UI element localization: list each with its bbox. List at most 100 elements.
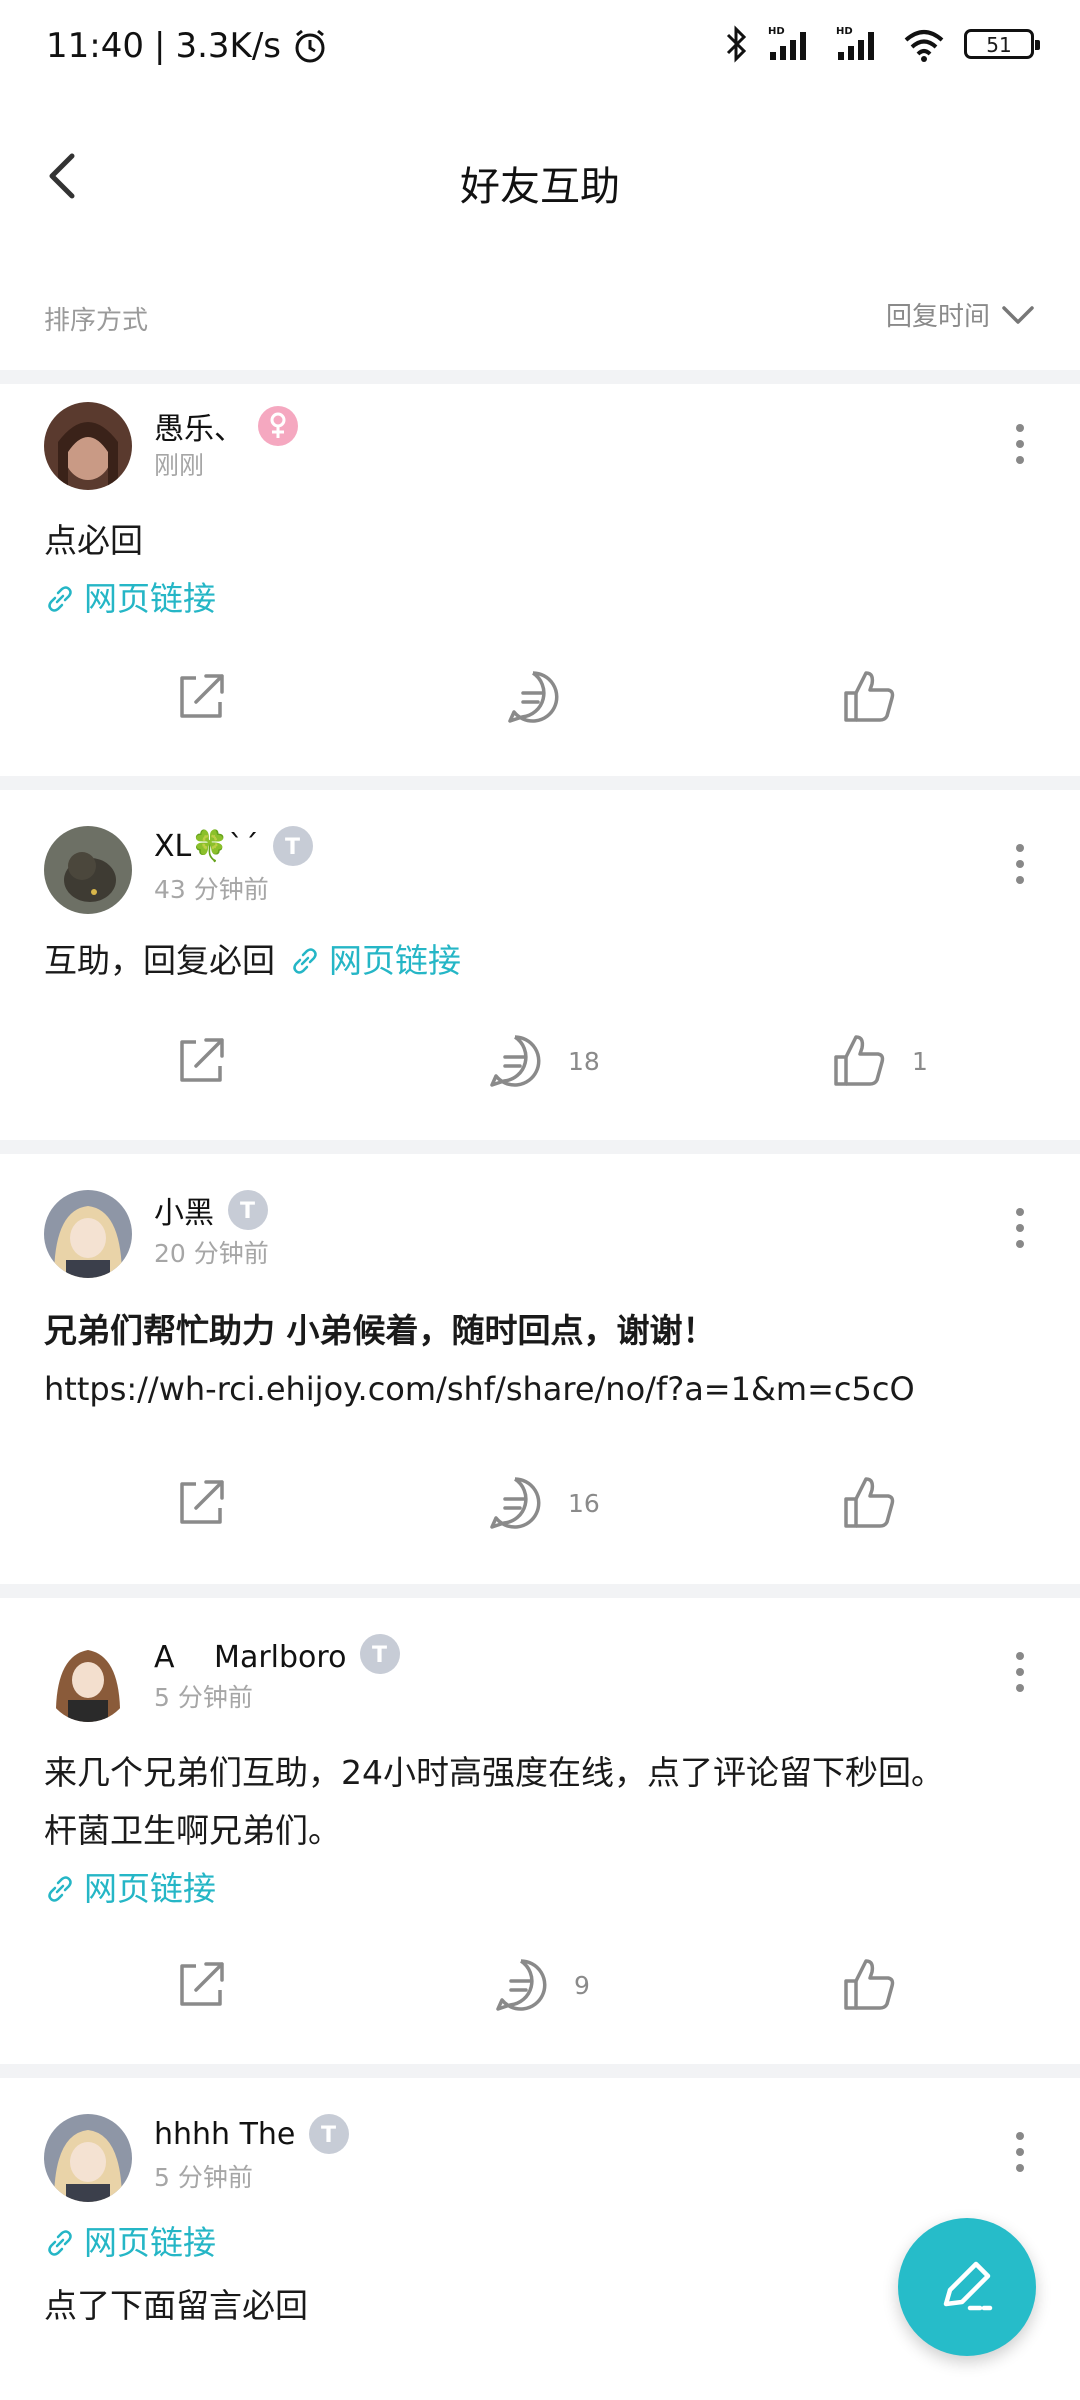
comment-button[interactable]: 16 bbox=[484, 1472, 600, 1534]
signal-hd-icon-2: HD bbox=[836, 26, 874, 60]
level-badge-icon: T bbox=[272, 826, 313, 866]
username-row: A Marlboro T bbox=[154, 1632, 402, 1676]
avatar[interactable] bbox=[44, 826, 132, 914]
post-text-line: 杆菌卫生啊兄弟们。 bbox=[44, 1811, 341, 1850]
web-link[interactable]: 网页链接 bbox=[44, 2214, 216, 2272]
status-time: 11:40 bbox=[46, 26, 144, 66]
link-icon bbox=[48, 586, 72, 612]
comment-icon bbox=[490, 1477, 541, 1529]
username[interactable]: hhhh The bbox=[154, 2117, 295, 2152]
post-time: 5 分钟前 bbox=[154, 1683, 253, 1712]
more-icon bbox=[1016, 1652, 1024, 1692]
comment-button[interactable]: 18 bbox=[484, 1030, 600, 1092]
username-row: 小黑 T bbox=[154, 1188, 270, 1232]
status-net-speed: 3.3K/s bbox=[175, 26, 281, 66]
username-row: hhhh The T bbox=[154, 2112, 351, 2156]
svg-text:T: T bbox=[372, 1643, 387, 1668]
more-button[interactable] bbox=[1000, 2122, 1040, 2182]
like-button[interactable] bbox=[838, 1472, 922, 1534]
post-time: 43 分钟前 bbox=[154, 875, 269, 904]
post-card[interactable]: A Marlboro T 5 分钟前 来几个兄弟们互助，24小时高强度在线，点了… bbox=[0, 1598, 1080, 2064]
more-icon bbox=[1016, 844, 1024, 884]
level-badge-icon: T bbox=[228, 1190, 268, 1230]
comment-icon bbox=[508, 671, 559, 723]
post-card[interactable]: XL🍀ˋˊ T 43 分钟前 互助，回复必回 网页链接 18 1 bbox=[0, 790, 1080, 1140]
post-time: 20 分钟前 bbox=[154, 1239, 269, 1268]
avatar[interactable] bbox=[44, 1190, 132, 1278]
divider bbox=[0, 1584, 1080, 1598]
avatar[interactable] bbox=[44, 1634, 132, 1722]
link-icon bbox=[293, 948, 317, 974]
comment-count: 9 bbox=[574, 1970, 590, 2000]
bluetooth-icon bbox=[726, 25, 747, 63]
sort-bar: 排序方式 回复时间 bbox=[0, 280, 1080, 350]
level-badge-icon: T bbox=[360, 1634, 401, 1674]
username[interactable]: XL🍀ˋˊ bbox=[154, 829, 259, 864]
username[interactable]: A Marlboro bbox=[154, 1632, 346, 1676]
username[interactable]: 小黑 bbox=[154, 1188, 214, 1232]
share-button[interactable] bbox=[170, 1954, 232, 2016]
post-actions: 16 bbox=[0, 1472, 1080, 1552]
post-card[interactable]: 愚乐、 刚刚 点必回 网页链接 bbox=[0, 384, 1080, 776]
battery-indicator: 51 bbox=[964, 29, 1040, 59]
post-content: 点必回 网页链接 bbox=[44, 512, 1036, 633]
share-icon bbox=[180, 1038, 224, 1082]
share-button[interactable] bbox=[170, 1472, 232, 1534]
post-card[interactable]: 小黑 T 20 分钟前 兄弟们帮忙助力 小弟候着，随时回点，谢谢！ https:… bbox=[0, 1154, 1080, 1584]
username-row: 愚乐、 bbox=[154, 404, 300, 448]
post-content: 网页链接 点了下面留言必回 bbox=[44, 2214, 1036, 2335]
web-link[interactable]: 网页链接 bbox=[44, 1860, 216, 1918]
web-link[interactable]: 网页链接 bbox=[44, 570, 216, 628]
edit-icon bbox=[943, 2261, 993, 2311]
more-button[interactable] bbox=[1000, 1642, 1040, 1702]
post-text: 互助，回复必回 bbox=[44, 941, 275, 980]
like-button[interactable] bbox=[838, 666, 922, 728]
web-link-label: 网页链接 bbox=[329, 941, 461, 980]
avatar[interactable] bbox=[44, 2114, 132, 2202]
username-row: XL🍀ˋˊ T bbox=[154, 824, 315, 868]
more-icon bbox=[1016, 424, 1024, 464]
sort-value: 回复时间 bbox=[885, 302, 990, 332]
status-separator: | bbox=[153, 26, 166, 66]
comment-count: 18 bbox=[568, 1046, 600, 1076]
divider bbox=[0, 2064, 1080, 2078]
sort-dropdown[interactable]: 回复时间 bbox=[886, 296, 1036, 333]
status-left: 11:40 | 3.3K/s bbox=[46, 26, 329, 66]
more-button[interactable] bbox=[1000, 414, 1040, 474]
svg-text:HD: HD bbox=[836, 26, 853, 37]
post-url[interactable]: https://wh-rci.ehijoy.com/shf/share/no/f… bbox=[44, 1360, 1036, 1418]
post-time: 刚刚 bbox=[154, 451, 205, 480]
divider bbox=[0, 776, 1080, 790]
comment-button[interactable] bbox=[502, 666, 586, 728]
web-link-label: 网页链接 bbox=[84, 1869, 216, 1908]
compose-button[interactable] bbox=[898, 2218, 1036, 2356]
post-actions: 9 bbox=[0, 1954, 1080, 2034]
svg-text:HD: HD bbox=[768, 26, 785, 37]
chevron-down-icon bbox=[1002, 305, 1034, 324]
post-feed: 愚乐、 刚刚 点必回 网页链接 XL🍀ˋˊ T 43 分钟前 互助，回复必回 网… bbox=[0, 370, 1080, 2378]
signal-hd-icon: HD bbox=[768, 26, 806, 60]
like-button[interactable]: 1 bbox=[828, 1030, 928, 1092]
like-button[interactable] bbox=[838, 1954, 922, 2016]
share-icon bbox=[180, 674, 224, 718]
like-icon bbox=[844, 671, 895, 722]
web-link[interactable]: 网页链接 bbox=[289, 932, 461, 990]
share-button[interactable] bbox=[170, 666, 232, 728]
share-icon bbox=[180, 1962, 224, 2006]
share-button[interactable] bbox=[170, 1030, 232, 1092]
username[interactable]: 愚乐、 bbox=[154, 404, 244, 448]
more-button[interactable] bbox=[1000, 834, 1040, 894]
avatar[interactable] bbox=[44, 402, 132, 490]
comment-button[interactable]: 9 bbox=[490, 1954, 590, 2016]
divider bbox=[0, 1140, 1080, 1154]
post-actions: 18 1 bbox=[0, 1030, 1080, 1110]
comment-count: 16 bbox=[568, 1488, 600, 1518]
more-button[interactable] bbox=[1000, 1198, 1040, 1258]
status-bar: 11:40 | 3.3K/s HD HD 51 bbox=[0, 0, 1080, 96]
like-icon bbox=[844, 1959, 895, 2010]
battery-level: 51 bbox=[986, 33, 1012, 57]
like-count: 1 bbox=[912, 1046, 928, 1076]
post-text: 点了下面留言必回 bbox=[44, 2286, 308, 2325]
post-text: 点必回 bbox=[44, 521, 143, 560]
more-icon bbox=[1016, 2132, 1024, 2172]
